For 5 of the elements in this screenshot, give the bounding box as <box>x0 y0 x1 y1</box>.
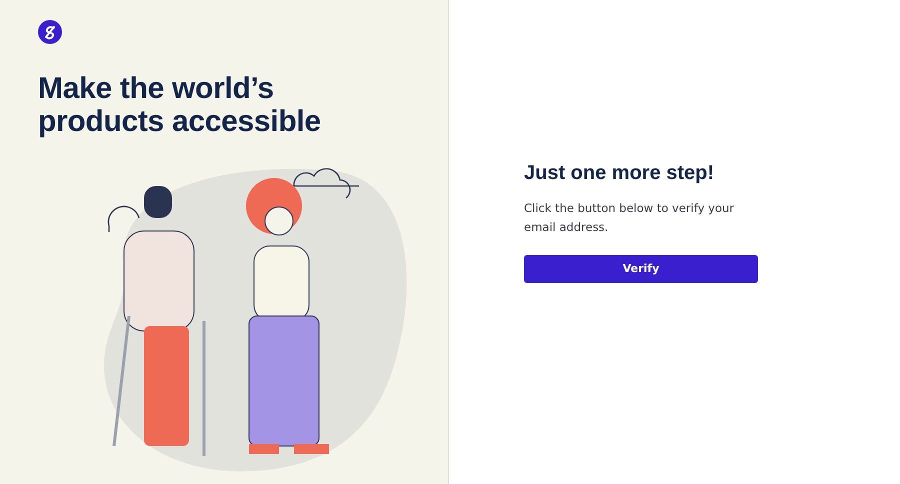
card-title: Just one more step! <box>524 162 716 184</box>
instruction-text: Click the button below to verify your email address. <box>524 200 736 236</box>
verify-button[interactable]: Verify <box>524 254 758 282</box>
logo-icon <box>38 20 62 44</box>
headline: Make the world’s products accessible <box>38 72 322 138</box>
